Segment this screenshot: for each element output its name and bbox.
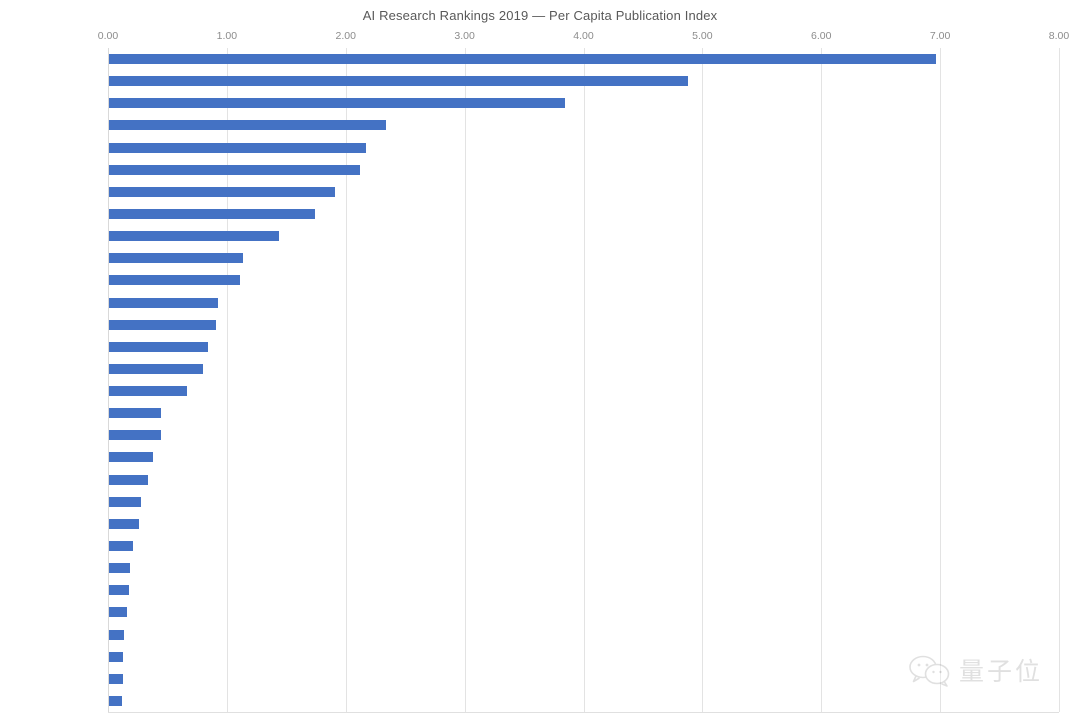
- x-tick-label: 3.00: [454, 30, 475, 42]
- bar-row: 23. Taiwan: [108, 535, 1059, 557]
- bar-row: 18. Estonia: [108, 424, 1059, 446]
- bar[interactable]: [109, 341, 208, 352]
- bar[interactable]: [109, 319, 216, 330]
- x-tick-label: 1.00: [216, 30, 238, 42]
- bar[interactable]: [109, 651, 124, 662]
- bar[interactable]: [109, 363, 203, 374]
- x-tick-label: 0.00: [97, 30, 119, 42]
- bar-row: 27. Greece: [108, 623, 1059, 645]
- bar[interactable]: [109, 430, 162, 441]
- bar-row: 28. China: [108, 646, 1059, 668]
- plot-area: 1. Switzerland2. Israel3. United States4…: [108, 48, 1060, 712]
- bar-row: 29. Czech Republic: [108, 668, 1059, 690]
- bar[interactable]: [109, 673, 124, 684]
- bar-row: 21. Cyprus: [108, 491, 1059, 513]
- bar-row: 15. Germany: [108, 358, 1059, 380]
- bar[interactable]: [109, 231, 279, 242]
- bar[interactable]: [109, 297, 219, 308]
- gridline: [1059, 48, 1060, 712]
- bar[interactable]: [109, 540, 133, 551]
- bar-row: 2. Israel: [108, 70, 1059, 92]
- bar-row: 7. United Kingdom: [108, 181, 1059, 203]
- bar-row: 19. Japan: [108, 446, 1059, 468]
- bar-row: 17. Belgium: [108, 402, 1059, 424]
- bar-row: 25. Italy: [108, 579, 1059, 601]
- bar-row: 24. Ireland: [108, 557, 1059, 579]
- bar-row: 5. Canada: [108, 137, 1059, 159]
- x-tick-label: 4.00: [573, 30, 594, 42]
- x-tick-label: 8.00: [1048, 30, 1070, 42]
- bar-row: 13. Netherlands: [108, 314, 1059, 336]
- bar[interactable]: [109, 474, 149, 485]
- bar[interactable]: [109, 629, 125, 640]
- bar[interactable]: [109, 164, 360, 175]
- bar-row: 16. Latvia: [108, 380, 1059, 402]
- bar-row: 4. Singapore: [108, 114, 1059, 136]
- bar[interactable]: [109, 496, 142, 507]
- bar[interactable]: [109, 98, 566, 109]
- x-tick-label: 2.00: [335, 30, 356, 42]
- x-tick-label: 7.00: [929, 30, 951, 42]
- bar[interactable]: [109, 408, 162, 419]
- bar[interactable]: [109, 452, 153, 463]
- bar-row: 12. South Korea: [108, 291, 1059, 313]
- bar[interactable]: [109, 695, 123, 706]
- bar[interactable]: [109, 607, 127, 618]
- x-axis-line: [108, 712, 1059, 713]
- bar-row: 14. Austria: [108, 336, 1059, 358]
- bar-row: 1. Switzerland: [108, 48, 1059, 70]
- x-tick-label: 5.00: [692, 30, 713, 42]
- bar-row: 3. United States: [108, 92, 1059, 114]
- x-tick-label: 6.00: [811, 30, 832, 42]
- bar[interactable]: [109, 54, 937, 65]
- bar-row: 11. Australia: [108, 269, 1059, 291]
- bar[interactable]: [109, 386, 188, 397]
- bar[interactable]: [109, 518, 139, 529]
- bar-row: 8. Finland: [108, 203, 1059, 225]
- bar-chart: AI Research Rankings 2019 — Per Capita P…: [0, 0, 1080, 721]
- bar[interactable]: [109, 563, 131, 574]
- bar-row: 10. Sweden: [108, 247, 1059, 269]
- bar[interactable]: [109, 585, 130, 596]
- bar[interactable]: [109, 208, 315, 219]
- chart-title: AI Research Rankings 2019 — Per Capita P…: [362, 8, 718, 23]
- bar[interactable]: [109, 186, 335, 197]
- bar-row: 26. Saudi Arabia: [108, 601, 1059, 623]
- bar[interactable]: [109, 253, 244, 264]
- bar[interactable]: [109, 142, 366, 153]
- bar[interactable]: [109, 275, 240, 286]
- bar-row: 6. Denmark: [108, 159, 1059, 181]
- bar[interactable]: [109, 76, 688, 87]
- bar-row: 9. France: [108, 225, 1059, 247]
- bar-row: 22. United Arab Emirates: [108, 513, 1059, 535]
- bar-row: 30. New Zealand: [108, 690, 1059, 712]
- bar-row: 20. Norway: [108, 469, 1059, 491]
- bar[interactable]: [109, 120, 386, 131]
